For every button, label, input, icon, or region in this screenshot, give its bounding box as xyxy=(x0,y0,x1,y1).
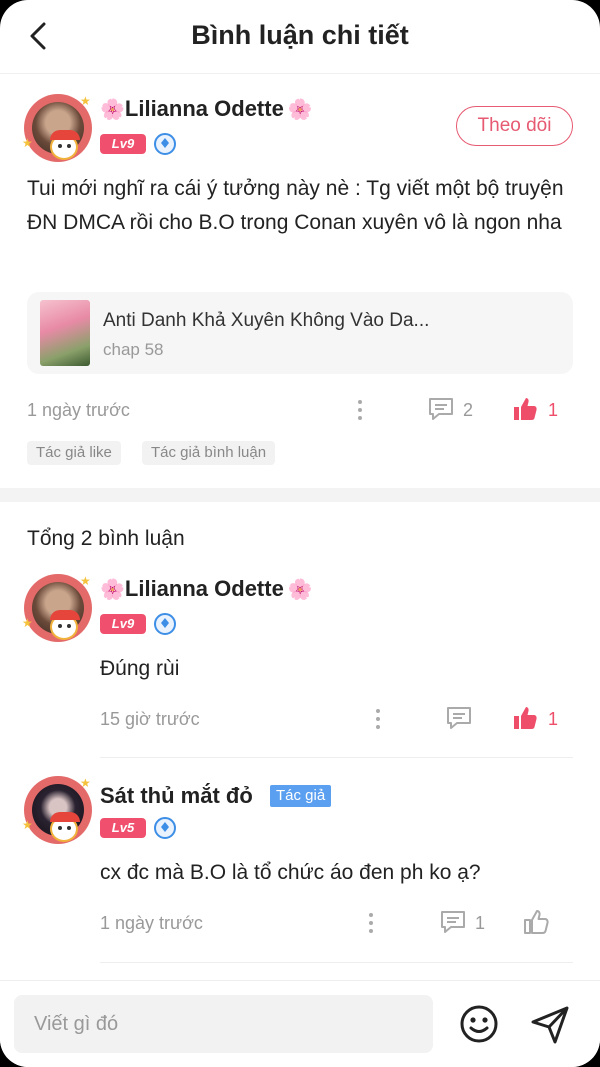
comment-author-name[interactable]: 🌸Lilianna Odette 🌸 xyxy=(100,576,313,602)
like-count: 1 xyxy=(548,400,559,420)
story-cover-image xyxy=(40,300,90,366)
follow-button[interactable]: Theo dõi xyxy=(456,106,573,146)
like-icon[interactable] xyxy=(511,395,539,428)
medal-icon xyxy=(154,133,176,155)
comment-text: cx đc mà B.O là tổ chức áo đen ph ko ạ? xyxy=(100,861,481,884)
tag-author-comment: Tác giả bình luận xyxy=(142,441,276,465)
more-options-icon[interactable] xyxy=(358,398,364,422)
comment-count: 2 xyxy=(463,400,474,420)
avatar[interactable]: ★ ★ xyxy=(20,772,96,848)
story-chapter: chap 58 xyxy=(103,340,164,359)
header: Bình luận chi tiết xyxy=(0,0,600,74)
section-divider xyxy=(0,488,600,502)
story-title: Anti Danh Khả Xuyên Không Vào Da... xyxy=(103,310,430,331)
reply-count: 1 xyxy=(475,913,486,933)
reply-icon[interactable] xyxy=(445,705,473,736)
level-badge: Lv9 xyxy=(100,614,146,634)
post-text: Tui mới nghĩ ra cái ý tưởng này nè : Tg … xyxy=(27,177,564,234)
avatar[interactable]: ★ ★ xyxy=(20,570,96,646)
author-badge: Tác giả xyxy=(270,785,332,807)
page-title: Bình luận chi tiết xyxy=(191,20,409,50)
like-count: 1 xyxy=(548,709,559,729)
divider xyxy=(100,962,573,963)
medal-icon xyxy=(154,613,176,635)
comment-detail-screen: Bình luận chi tiết ★ ★ 🌸Lilianna Odette 🌸… xyxy=(0,0,600,1067)
like-icon[interactable] xyxy=(511,704,539,737)
post-time: 1 ngày trước xyxy=(27,400,130,420)
reply-icon[interactable] xyxy=(439,909,467,940)
comment-author-name[interactable]: Sát thủ mắt đỏ xyxy=(100,783,253,809)
like-outline-icon[interactable] xyxy=(522,908,550,941)
story-card[interactable]: Anti Danh Khả Xuyên Không Vào Da... chap… xyxy=(27,292,573,374)
level-badge: Lv5 xyxy=(100,818,146,838)
emoji-icon[interactable] xyxy=(458,1003,500,1045)
level-badge: Lv9 xyxy=(100,134,146,154)
tag-author-like: Tác giả like xyxy=(27,441,121,465)
comment-time: 1 ngày trước xyxy=(100,913,203,933)
author-name[interactable]: 🌸Lilianna Odette 🌸 xyxy=(100,96,313,122)
medal-icon xyxy=(154,817,176,839)
comment-icon[interactable] xyxy=(427,396,455,427)
more-options-icon[interactable] xyxy=(369,911,375,935)
total-comments-label: Tổng 2 bình luận xyxy=(27,527,185,550)
comment-text: Đúng rùi xyxy=(100,657,180,680)
send-icon[interactable] xyxy=(528,1003,572,1047)
comment-time: 15 giờ trước xyxy=(100,709,200,729)
comment-composer xyxy=(0,980,600,1067)
divider xyxy=(100,757,573,758)
more-options-icon[interactable] xyxy=(376,707,382,731)
comment-input[interactable] xyxy=(14,995,433,1053)
avatar[interactable]: ★ ★ xyxy=(20,90,96,166)
